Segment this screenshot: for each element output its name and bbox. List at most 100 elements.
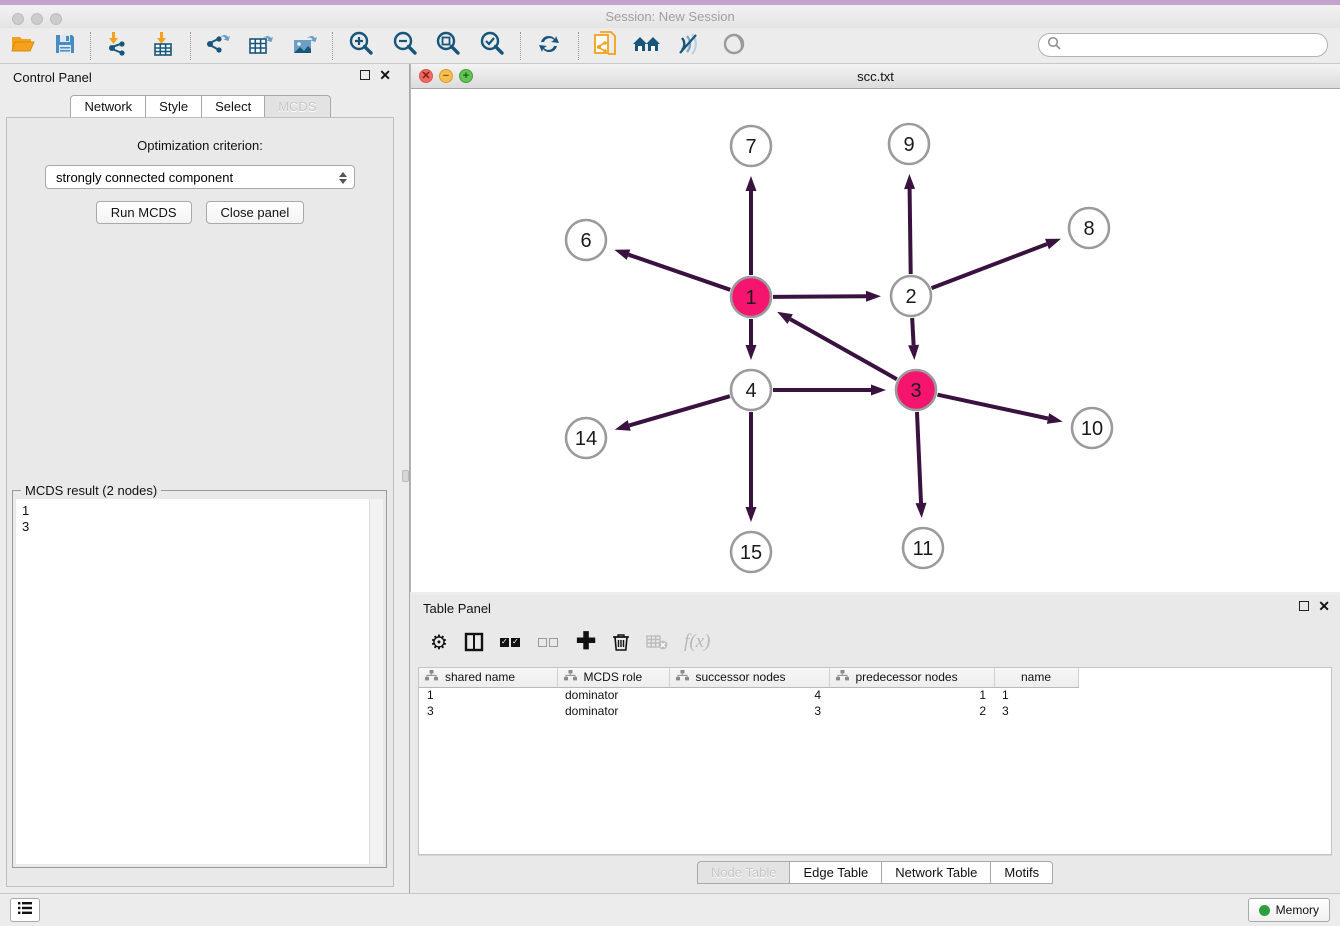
zoom-fit-button[interactable] (431, 31, 465, 61)
column-header-shared-name[interactable]: shared name (419, 668, 557, 687)
node-7[interactable]: 7 (731, 126, 771, 166)
select-all-rows-button[interactable] (500, 630, 522, 654)
function-builder-button[interactable]: f(x) (684, 630, 710, 654)
column-manager-button[interactable] (464, 630, 484, 654)
column-header-predecessor-nodes[interactable]: predecessor nodes (829, 668, 994, 687)
node-10[interactable]: 10 (1072, 408, 1112, 448)
cell-predecessor-nodes[interactable]: 1 (829, 687, 994, 703)
close-table-panel-icon[interactable]: ✕ (1318, 601, 1330, 611)
tab-motifs[interactable]: Motifs (990, 861, 1053, 884)
arrowhead-1-2 (866, 291, 881, 302)
tab-network[interactable]: Network (70, 95, 145, 118)
run-mcds-button[interactable]: Run MCDS (96, 201, 192, 224)
zoom-in-button[interactable] (344, 31, 378, 61)
delete-table-button[interactable] (646, 630, 668, 654)
show-view-button[interactable] (717, 31, 751, 61)
edge-3-11[interactable] (917, 412, 921, 503)
node-6[interactable]: 6 (566, 220, 606, 260)
export-table-button[interactable] (244, 31, 278, 61)
export-network-button[interactable] (200, 31, 234, 61)
export-image-icon (291, 31, 319, 62)
cell-predecessor-nodes[interactable]: 2 (829, 703, 994, 719)
edge-2-8[interactable] (932, 244, 1047, 288)
edge-1-2[interactable] (773, 296, 866, 297)
criterion-dropdown[interactable]: strongly connected component (45, 165, 355, 189)
table-row[interactable]: 1dominator411 (419, 687, 1078, 703)
optimization-criterion-label: Optimization criterion: (7, 138, 393, 153)
cell-name[interactable]: 3 (994, 703, 1078, 719)
node-15[interactable]: 15 (731, 532, 771, 572)
node-11[interactable]: 11 (903, 528, 943, 568)
search-input[interactable] (1066, 38, 1327, 52)
zoom-selected-button[interactable] (475, 31, 509, 61)
cell-name[interactable]: 1 (994, 687, 1078, 703)
import-table-button[interactable] (146, 31, 180, 61)
toolbar-separator (520, 32, 521, 60)
node-2[interactable]: 2 (891, 276, 931, 316)
float-panel-icon[interactable] (360, 70, 370, 80)
delete-column-button[interactable] (612, 630, 630, 654)
cell-shared-name[interactable]: 3 (419, 703, 557, 719)
tab-node-table[interactable]: Node Table (697, 861, 790, 884)
cell-successor-nodes[interactable]: 4 (669, 687, 829, 703)
apply-layout-button[interactable] (532, 31, 566, 61)
edge-1-6[interactable] (629, 255, 731, 290)
home-button[interactable] (630, 31, 664, 61)
edge-3-1[interactable] (790, 319, 897, 379)
toggle-visibility-button[interactable] (672, 31, 706, 61)
svg-text:4: 4 (745, 380, 756, 402)
column-header-name[interactable]: name (994, 668, 1078, 687)
network-graph[interactable]: 7 9 6 8 1 2 4 3 14 10 15 11 (411, 89, 1340, 592)
network-window-titlebar[interactable]: ✕ − + scc.txt (411, 64, 1340, 89)
deselect-all-rows-button[interactable] (538, 630, 560, 654)
node-9[interactable]: 9 (889, 124, 929, 164)
task-history-button[interactable] (10, 898, 40, 922)
save-session-button[interactable] (48, 31, 82, 61)
edge-4-14[interactable] (629, 396, 730, 425)
edge-2-9[interactable] (910, 189, 911, 274)
export-image-button[interactable] (288, 31, 322, 61)
node-table[interactable]: shared nameMCDS rolesuccessor nodesprede… (418, 667, 1332, 855)
memory-button[interactable]: Memory (1248, 898, 1330, 922)
cell-MCDS-role[interactable]: dominator (557, 687, 669, 703)
network-canvas[interactable]: 7 9 6 8 1 2 4 3 14 10 15 11 (411, 89, 1340, 592)
tab-mcds[interactable]: MCDS (264, 95, 330, 118)
column-header-successor-nodes[interactable]: successor nodes (669, 668, 829, 687)
edge-2-3[interactable] (912, 318, 913, 345)
close-panel-button[interactable]: Close panel (206, 201, 305, 224)
node-1[interactable]: 1 (731, 277, 771, 317)
application-window: Session: New Session (0, 0, 1340, 926)
cell-MCDS-role[interactable]: dominator (557, 703, 669, 719)
tab-style[interactable]: Style (145, 95, 201, 118)
cell-successor-nodes[interactable]: 3 (669, 703, 829, 719)
table-toolbar: ⚙ ✚ f(x) (418, 623, 1332, 661)
close-panel-icon[interactable]: ✕ (379, 70, 391, 80)
search-icon (1047, 36, 1061, 55)
clone-network-button[interactable] (588, 31, 622, 61)
table-row[interactable]: 3dominator323 (419, 703, 1078, 719)
node-3[interactable]: 3 (896, 370, 936, 410)
result-scrollbar[interactable] (369, 499, 383, 864)
arrowhead-2-3 (908, 345, 919, 360)
add-column-button[interactable]: ✚ (576, 630, 596, 654)
import-network-button[interactable] (100, 31, 134, 61)
node-8[interactable]: 8 (1069, 208, 1109, 248)
tab-select[interactable]: Select (201, 95, 264, 118)
vertical-splitter[interactable] (401, 64, 410, 893)
node-4[interactable]: 4 (731, 370, 771, 410)
float-table-panel-icon[interactable] (1299, 601, 1309, 611)
zoom-out-button[interactable] (388, 31, 422, 61)
tab-edge-table[interactable]: Edge Table (789, 861, 881, 884)
splitter-grip[interactable] (402, 470, 409, 482)
node-14[interactable]: 14 (566, 418, 606, 458)
open-session-button[interactable] (6, 31, 40, 61)
mcds-result-list[interactable]: 13 (16, 499, 369, 864)
svg-text:1: 1 (745, 287, 756, 309)
search-box[interactable] (1038, 33, 1328, 57)
table-settings-button[interactable]: ⚙ (430, 630, 448, 654)
svg-text:7: 7 (745, 136, 756, 158)
tab-network-table[interactable]: Network Table (881, 861, 990, 884)
edge-3-10[interactable] (938, 395, 1049, 419)
cell-shared-name[interactable]: 1 (419, 687, 557, 703)
column-header-MCDS-role[interactable]: MCDS role (557, 668, 669, 687)
